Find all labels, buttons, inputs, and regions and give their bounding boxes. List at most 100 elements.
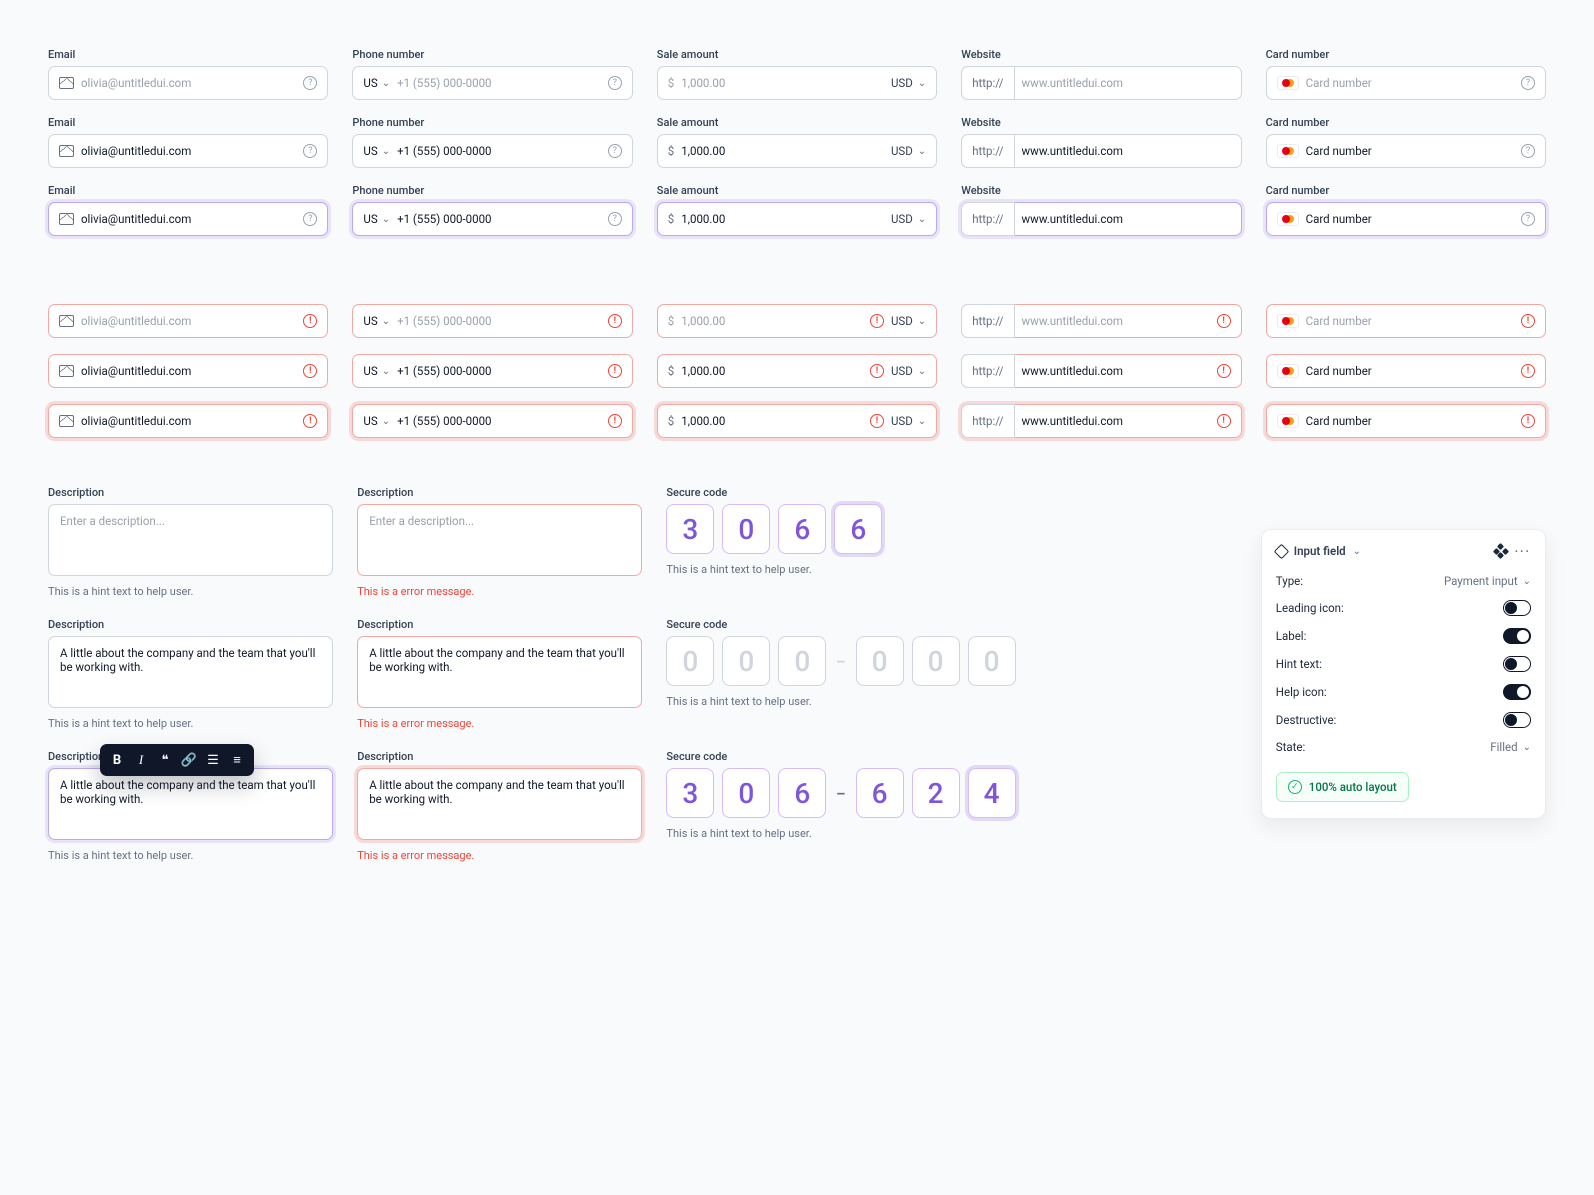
mail-icon bbox=[59, 365, 74, 377]
code-cell[interactable]: 6 bbox=[778, 504, 826, 554]
email-input[interactable]: olivia@untitledui.com ? bbox=[48, 134, 328, 168]
help-icon[interactable]: ? bbox=[1521, 212, 1535, 226]
code-cell[interactable]: 2 bbox=[912, 768, 960, 818]
phone-input-error[interactable]: US⌄ +1 (555) 000-0000 ! bbox=[352, 354, 632, 388]
code-cell[interactable]: 4 bbox=[968, 768, 1016, 818]
sale-input-error[interactable]: $ 1,000.00 ! USD⌄ bbox=[657, 354, 937, 388]
numbered-list-button[interactable]: ≡ bbox=[226, 749, 248, 771]
mail-icon bbox=[59, 145, 74, 157]
alert-icon: ! bbox=[608, 314, 622, 328]
more-icon[interactable]: ··· bbox=[1515, 544, 1531, 558]
destructive-toggle[interactable] bbox=[1503, 712, 1531, 728]
phone-input-focused[interactable]: US⌄ +1 (555) 000-0000 ? bbox=[352, 202, 632, 236]
help-icon[interactable]: ? bbox=[1521, 76, 1535, 90]
card-input-focused[interactable]: Card number ? bbox=[1266, 202, 1546, 236]
mastercard-icon bbox=[1277, 76, 1299, 90]
code-cell[interactable]: 0 bbox=[722, 768, 770, 818]
code-cell[interactable]: 0 bbox=[722, 504, 770, 554]
description-textarea-error[interactable]: Enter a description... bbox=[357, 504, 642, 576]
email-input[interactable]: olivia@untitledui.com ? bbox=[48, 66, 328, 100]
code-cell[interactable]: 3 bbox=[666, 768, 714, 818]
alert-icon: ! bbox=[303, 364, 317, 378]
email-input-error-focus[interactable]: olivia@untitledui.com ! bbox=[48, 404, 328, 438]
chevron-down-icon[interactable]: ⌄ bbox=[1353, 546, 1361, 557]
help-icon[interactable]: ? bbox=[608, 76, 622, 90]
card-input-error-focus[interactable]: Card number ! bbox=[1266, 404, 1546, 438]
country-dropdown[interactable]: US⌄ bbox=[363, 76, 390, 90]
secure-code-6[interactable]: 3 0 6 - 6 2 4 bbox=[666, 768, 1236, 818]
card-input[interactable]: Card number ? bbox=[1266, 66, 1546, 100]
code-cell[interactable]: 0 bbox=[856, 636, 904, 686]
help-icon-toggle[interactable] bbox=[1503, 684, 1531, 700]
country-dropdown[interactable]: US⌄ bbox=[363, 144, 390, 158]
email-input-error[interactable]: olivia@untitledui.com ! bbox=[48, 304, 328, 338]
card-input[interactable]: Card number ? bbox=[1266, 134, 1546, 168]
sale-input-error[interactable]: $ 1,000.00 ! USD⌄ bbox=[657, 304, 937, 338]
help-icon[interactable]: ? bbox=[303, 144, 317, 158]
alert-icon: ! bbox=[1217, 414, 1231, 428]
hint-text-toggle[interactable] bbox=[1503, 656, 1531, 672]
secure-code-6-empty[interactable]: 0 0 0 - 0 0 0 bbox=[666, 636, 1236, 686]
alert-icon: ! bbox=[1217, 364, 1231, 378]
description-textarea[interactable]: Enter a description... bbox=[48, 504, 333, 576]
italic-button[interactable]: I bbox=[130, 749, 152, 771]
help-icon[interactable]: ? bbox=[608, 144, 622, 158]
description-textarea-error[interactable]: A little about the company and the team … bbox=[357, 636, 642, 708]
currency-dropdown[interactable]: USD⌄ bbox=[891, 76, 926, 90]
code-cell[interactable]: 0 bbox=[722, 636, 770, 686]
label-toggle[interactable] bbox=[1503, 628, 1531, 644]
alert-icon: ! bbox=[303, 314, 317, 328]
website-input-error[interactable]: http:// www.untitledui.com ! bbox=[961, 304, 1241, 338]
website-input[interactable]: http:// www.untitledui.com bbox=[961, 66, 1241, 100]
email-input-focused[interactable]: olivia@untitledui.com ? bbox=[48, 202, 328, 236]
phone-input[interactable]: US⌄ +1 (555) 000-0000 ? bbox=[352, 134, 632, 168]
bullet-list-button[interactable]: ☰ bbox=[202, 749, 224, 771]
website-input-error[interactable]: http:// www.untitledui.com ! bbox=[961, 354, 1241, 388]
description-textarea-error-focus[interactable]: A little about the company and the team … bbox=[357, 768, 642, 840]
website-label: Website bbox=[961, 48, 1241, 61]
secure-code-4[interactable]: 3 0 6 6 bbox=[666, 504, 1236, 554]
phone-input-error[interactable]: US⌄ +1 (555) 000-0000 ! bbox=[352, 304, 632, 338]
description-textarea[interactable]: A little about the company and the team … bbox=[48, 636, 333, 708]
code-cell[interactable]: 6 bbox=[834, 504, 882, 554]
chevron-down-icon: ⌄ bbox=[918, 78, 926, 89]
help-icon[interactable]: ? bbox=[303, 212, 317, 226]
quote-button[interactable]: ❝ bbox=[154, 749, 176, 771]
code-cell[interactable]: 6 bbox=[778, 768, 826, 818]
variants-icon[interactable] bbox=[1494, 544, 1508, 558]
description-textarea-focused[interactable]: A little about the company and the team … bbox=[48, 768, 333, 840]
alert-icon: ! bbox=[608, 414, 622, 428]
sale-input[interactable]: $ 1,000.00 USD⌄ bbox=[657, 134, 937, 168]
alert-icon: ! bbox=[870, 314, 884, 328]
email-input-error[interactable]: olivia@untitledui.com ! bbox=[48, 354, 328, 388]
bold-button[interactable]: B bbox=[106, 749, 128, 771]
card-input-error[interactable]: Card number ! bbox=[1266, 304, 1546, 338]
website-input[interactable]: http:// www.untitledui.com bbox=[961, 134, 1241, 168]
card-input-error[interactable]: Card number ! bbox=[1266, 354, 1546, 388]
leading-icon-toggle[interactable] bbox=[1503, 600, 1531, 616]
link-button[interactable]: 🔗 bbox=[178, 749, 200, 771]
state-dropdown[interactable]: Filled⌄ bbox=[1490, 740, 1531, 754]
code-cell[interactable]: 0 bbox=[778, 636, 826, 686]
rich-text-toolbar: B I ❝ 🔗 ☰ ≡ bbox=[100, 744, 254, 776]
sale-input-error-focus[interactable]: $ 1,000.00 ! USD⌄ bbox=[657, 404, 937, 438]
help-icon[interactable]: ? bbox=[1521, 144, 1535, 158]
help-icon[interactable]: ? bbox=[303, 76, 317, 90]
alert-icon: ! bbox=[1521, 314, 1535, 328]
code-cell[interactable]: 0 bbox=[666, 636, 714, 686]
phone-input-error-focus[interactable]: US⌄ +1 (555) 000-0000 ! bbox=[352, 404, 632, 438]
code-cell[interactable]: 0 bbox=[968, 636, 1016, 686]
help-icon[interactable]: ? bbox=[608, 212, 622, 226]
inspector-panel: Input field ⌄ ··· Type: Payment input⌄ L… bbox=[1261, 529, 1546, 819]
code-cell[interactable]: 6 bbox=[856, 768, 904, 818]
sale-input[interactable]: $ 1,000.00 USD⌄ bbox=[657, 66, 937, 100]
phone-input[interactable]: US⌄ +1 (555) 000-0000 ? bbox=[352, 66, 632, 100]
sale-input-focused[interactable]: $ 1,000.00 USD⌄ bbox=[657, 202, 937, 236]
code-cell[interactable]: 0 bbox=[912, 636, 960, 686]
code-cell[interactable]: 3 bbox=[666, 504, 714, 554]
website-input-error-focus[interactable]: http:// www.untitledui.com ! bbox=[961, 404, 1241, 438]
type-dropdown[interactable]: Payment input⌄ bbox=[1444, 574, 1531, 588]
currency-dropdown[interactable]: USD⌄ bbox=[891, 144, 926, 158]
website-input-focused[interactable]: http:// www.untitledui.com bbox=[961, 202, 1241, 236]
mail-icon bbox=[59, 315, 74, 327]
